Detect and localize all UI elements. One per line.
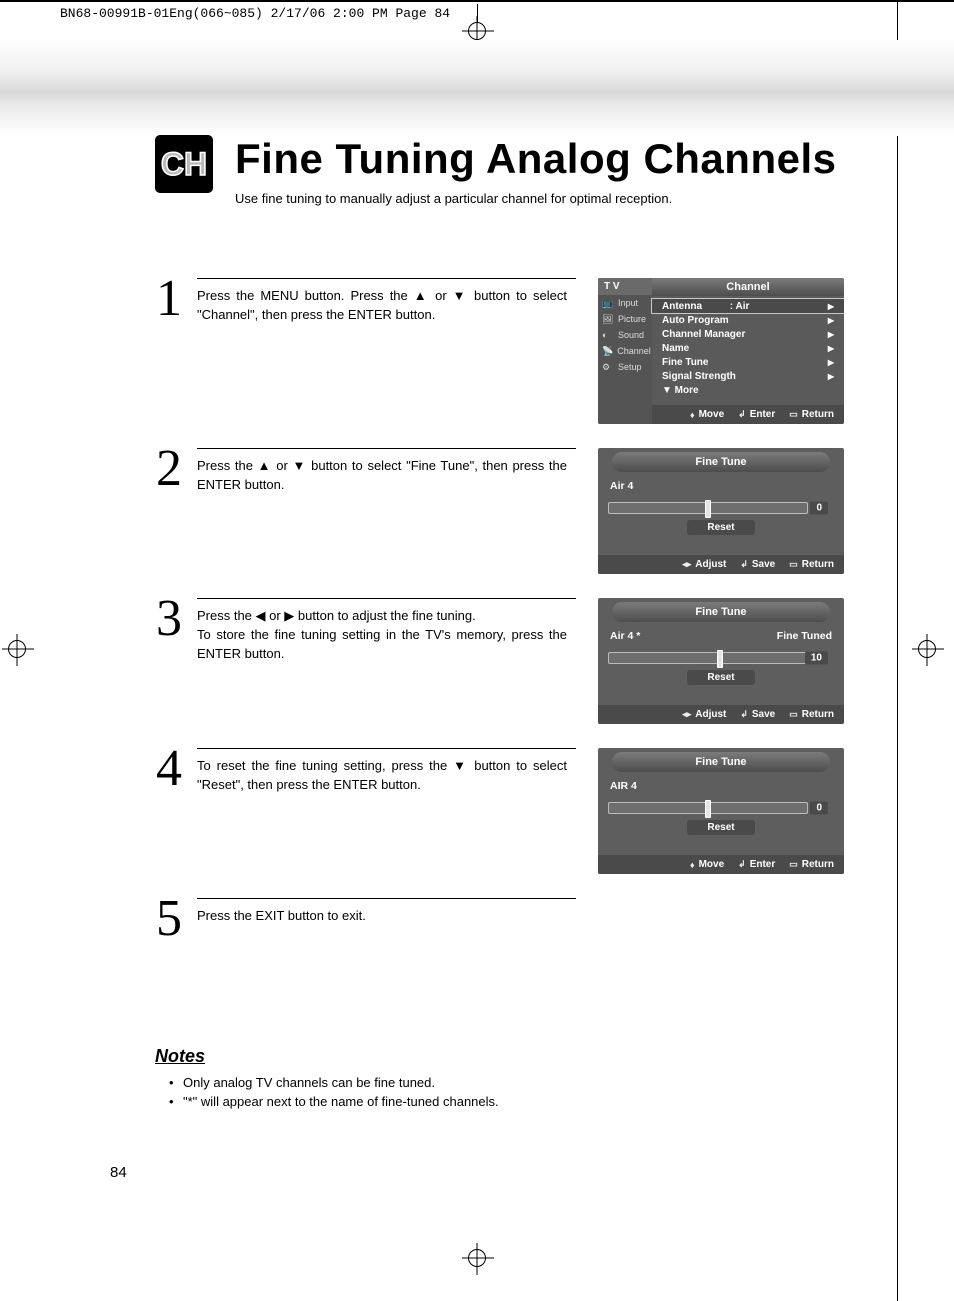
osd1-row-name: Name▶: [652, 341, 844, 355]
step-3-num: 3: [155, 598, 183, 640]
step-5-row: 5 Press the EXIT button to exit.: [155, 898, 844, 950]
ft4-bottombar: ♦Move ↲Enter ▭Return: [598, 855, 844, 874]
crop-reg-bottom: [468, 1249, 486, 1267]
ft4-slider: [608, 802, 808, 814]
osd1-row-signal: Signal Strength▶: [652, 369, 844, 383]
step-5-text: Press the EXIT button to exit.: [197, 907, 567, 926]
osd1-side-input: 📺Input: [598, 295, 652, 311]
ft3-slider: [608, 652, 808, 664]
title-row: CH Fine Tuning Analog Channels Use fine …: [155, 135, 844, 206]
step-1-row: 1 Press the MENU button. Press the ▲ or …: [155, 278, 844, 424]
step-2-row: 2 Press the ▲ or ▼ button to select "Fin…: [155, 448, 844, 574]
step-4-row: 4 To reset the fine tuning setting, pres…: [155, 748, 844, 874]
page-title: Fine Tuning Analog Channels: [235, 135, 836, 183]
step-4-num: 4: [155, 748, 183, 790]
osd1-tv-label: T V: [598, 278, 652, 295]
ft4-val: 0: [810, 802, 828, 815]
osd-channel-menu: T V 📺Input 🖼Picture ◐Sound 📡Channel ⚙Set…: [598, 278, 844, 424]
crop-reg-right: [918, 640, 936, 658]
page-content: CH Fine Tuning Analog Channels Use fine …: [155, 135, 844, 1112]
title-col: Fine Tuning Analog Channels Use fine tun…: [235, 135, 836, 206]
osd1-list: Antenna : Air▶ Auto Program▶ Channel Man…: [652, 296, 844, 405]
step-1-text: Press the MENU button. Press the ▲ or ▼ …: [197, 287, 567, 325]
step-5-num: 5: [155, 898, 183, 940]
step-4-text: To reset the fine tuning setting, press …: [197, 757, 567, 795]
notes-section: Notes Only analog TV channels can be fin…: [155, 1046, 844, 1112]
notes-item-1: Only analog TV channels can be fine tune…: [169, 1073, 844, 1093]
osd1-row-antenna: Antenna : Air▶: [652, 299, 844, 313]
ft3-status: Fine Tuned: [777, 630, 832, 642]
ft2-slider: [608, 502, 808, 514]
osd1-bottombar: ♦Move ↲Enter ▭Return: [652, 405, 844, 424]
osd1-title: Channel: [652, 278, 844, 296]
crop-reg-left: [8, 640, 26, 658]
ch-badge: CH: [155, 135, 213, 193]
ft2-thumb: [705, 500, 711, 518]
ft4-reset: Reset: [687, 820, 755, 835]
step-1-num: 1: [155, 278, 183, 320]
ft2-ch: Air 4: [610, 480, 633, 492]
osd1-side-sound: ◐Sound: [598, 327, 652, 343]
gutter-line: [897, 0, 898, 1301]
page-subtitle: Use fine tuning to manually adjust a par…: [235, 191, 836, 206]
step-2-text: Press the ▲ or ▼ button to select "Fine …: [197, 457, 567, 495]
ft3-val: 10: [805, 652, 828, 665]
step-3-row: 3 Press the ◀ or ▶ button to adjust the …: [155, 598, 844, 724]
ft4-thumb: [705, 800, 711, 818]
notes-heading: Notes: [155, 1046, 844, 1067]
crop-reg-top: [468, 22, 486, 40]
step-3-text: Press the ◀ or ▶ button to adjust the fi…: [197, 607, 567, 664]
osd1-row-autoprogram: Auto Program▶: [652, 313, 844, 327]
ft2-bottombar: ◂▸Adjust ↲Save ▭Return: [598, 555, 844, 574]
ft3-reset: Reset: [687, 670, 755, 685]
step-2-num: 2: [155, 448, 183, 490]
metallic-banner: [0, 40, 954, 136]
osd-finetune-3: Fine Tune Air 4 *Fine Tuned 10 Reset ◂▸A…: [598, 598, 844, 724]
ft3-bottombar: ◂▸Adjust ↲Save ▭Return: [598, 705, 844, 724]
osd-finetune-2: Fine Tune Air 4 0 Reset ◂▸Adjust ↲Save ▭…: [598, 448, 844, 574]
ft4-ch: AIR 4: [610, 780, 637, 792]
osd1-row-more: ▼ More: [652, 383, 844, 397]
ft3-ch: Air 4 *: [610, 630, 640, 642]
osd-finetune-4: Fine Tune AIR 4 0 Reset ♦Move ↲Enter ▭Re…: [598, 748, 844, 874]
page-number: 84: [110, 1164, 127, 1181]
osd-ft-title: Fine Tune: [612, 452, 830, 472]
ft2-reset: Reset: [687, 520, 755, 535]
ft3-thumb: [717, 650, 723, 668]
osd1-row-chmanager: Channel Manager▶: [652, 327, 844, 341]
manual-page: BN68-00991B-01Eng(066~085) 2/17/06 2:00 …: [0, 0, 954, 1301]
osd1-side-picture: 🖼Picture: [598, 311, 652, 327]
steps: 1 Press the MENU button. Press the ▲ or …: [155, 278, 844, 950]
ch-badge-text: CH: [161, 146, 207, 183]
ft2-val: 0: [810, 502, 828, 515]
notes-item-2: "*" will appear next to the name of fine…: [169, 1092, 844, 1112]
osd1-row-finetune: Fine Tune▶: [652, 355, 844, 369]
osd1-side-setup: ⚙Setup: [598, 359, 652, 375]
osd1-side-channel: 📡Channel: [598, 343, 652, 359]
